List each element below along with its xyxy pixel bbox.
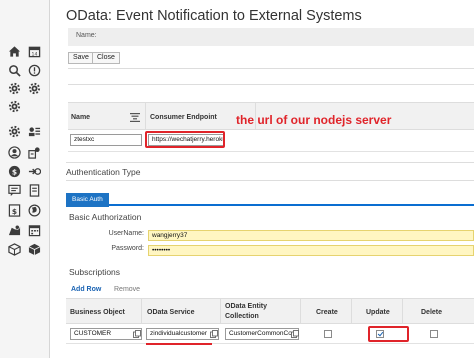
auth-tab-bar [66,192,474,206]
map-pin-icon[interactable] [8,224,21,237]
name-label: Name: [76,32,97,39]
authentication-type-title: Authentication Type [66,167,141,177]
basic-authorization-title: Basic Authorization [69,212,142,222]
settings-icon-3[interactable] [8,100,21,113]
user-settings-icon[interactable] [28,146,41,159]
username-input[interactable]: wangjerry37 [148,230,474,241]
create-column-header[interactable]: Create [301,299,352,323]
odata-entity-input[interactable]: CustomerCommonCo [225,328,299,340]
odata-entity-column-label-line1: OData Entity [225,303,268,310]
odata-entity-column-label-line2: Collection [225,313,259,320]
odata-service-column-label: OData Service [147,309,195,316]
delete-column-label: Delete [421,309,443,316]
cube-icon[interactable] [28,243,41,256]
settings-icon-2[interactable] [28,82,41,95]
name-column-header[interactable]: Name [68,103,146,129]
save-button[interactable]: Save [68,52,94,64]
currency-icon[interactable]: $ [8,165,21,178]
consumer-endpoint-column-label: Consumer Endpoint [150,114,217,121]
table-row: ztestxc https://wechatjerry.heroku [68,130,474,152]
close-button[interactable]: Close [92,52,120,64]
update-column-label: Update [366,309,390,316]
create-column-label: Create [316,309,338,316]
name-column-label: Name [71,114,91,121]
highlight-underline [146,343,212,345]
feedback-icon[interactable] [8,184,21,197]
business-object-column-label: Business Object [70,309,125,316]
update-column-header[interactable]: Update [352,299,403,323]
divider [68,68,474,69]
user-icon[interactable] [8,146,21,159]
calendar-icon[interactable]: 14 [28,45,41,58]
password-input[interactable]: •••••••• [148,245,474,256]
annotation-text: the url of our nodejs server [236,113,392,127]
left-nav-rail: 14 $ $ [0,0,50,358]
add-row-button[interactable]: Add Row [71,286,101,293]
dollar-icon[interactable]: $ [8,204,21,217]
divider [66,180,474,181]
subscriptions-title: Subscriptions [69,267,121,277]
home-icon[interactable] [8,45,21,58]
app-root: 14 $ $ OData: Event Notification to Exte… [0,0,474,358]
delete-column-header[interactable]: Delete [403,299,474,323]
value-help-icon[interactable] [291,330,299,338]
box-icon[interactable] [8,243,21,256]
search-icon[interactable] [8,64,21,77]
endpoint-name-input[interactable]: ztestxc [70,134,142,146]
alert-icon[interactable] [28,64,41,77]
svg-text:$: $ [12,207,17,216]
create-checkbox[interactable] [324,330,332,338]
username-label: UserName: [108,230,144,237]
svg-text:14: 14 [32,52,38,58]
business-object-input[interactable]: CUSTOMER [70,328,142,340]
odata-service-column-header[interactable]: OData Service [142,299,221,323]
value-help-icon[interactable] [133,330,141,338]
value-help-icon[interactable] [210,330,218,338]
business-object-column-header[interactable]: Business Object [66,299,142,323]
calendar-grid-icon[interactable] [28,224,41,237]
subscriptions-toolbar: Add Row Remove [66,283,474,297]
divider [68,84,474,85]
document-icon[interactable] [28,184,41,197]
globe-icon[interactable] [28,204,41,217]
divider [66,162,474,163]
tab-basic-auth[interactable]: Basic Auth [66,193,109,207]
highlight-box [145,131,225,148]
odata-entity-column-header[interactable]: OData Entity Collection [221,299,301,323]
list-settings-icon[interactable] [28,125,41,138]
settings-icon-4[interactable] [8,125,21,138]
svg-text:$: $ [12,167,17,176]
page-title: OData: Event Notification to External Sy… [66,8,362,24]
table-row: CUSTOMER zindividualcustomer CustomerCom… [66,324,474,344]
password-label: Password: [111,245,144,252]
settings-icon[interactable] [8,82,21,95]
odata-service-input[interactable]: zindividualcustomer [146,328,219,340]
transfer-icon[interactable] [28,165,41,178]
delete-checkbox[interactable] [430,330,438,338]
subscriptions-table-header: Business Object OData Service OData Enti… [66,298,474,324]
highlight-box [368,326,409,342]
name-field-bar: Name: [68,28,474,46]
sort-icon[interactable] [130,113,140,122]
remove-button[interactable]: Remove [114,286,140,293]
